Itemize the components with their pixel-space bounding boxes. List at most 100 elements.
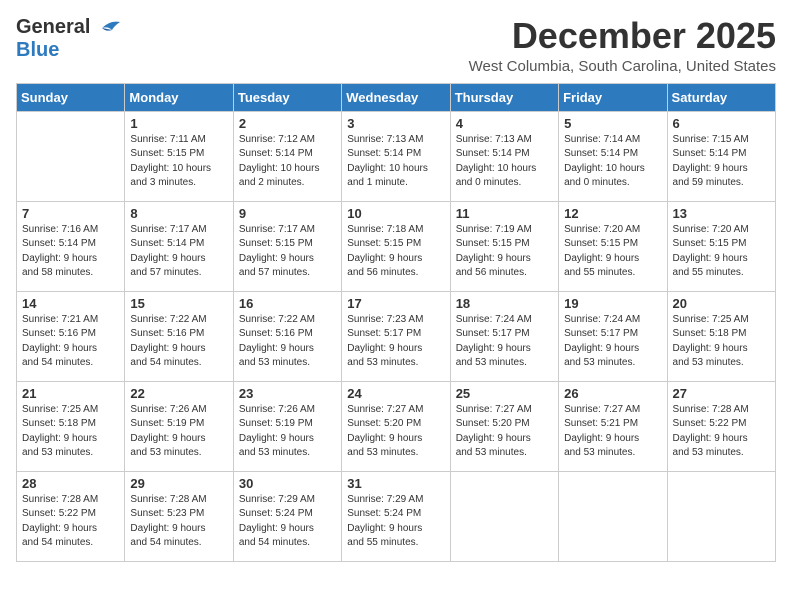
calendar-day-header: Wednesday xyxy=(342,83,450,111)
day-info: Sunrise: 7:22 AMSunset: 5:16 PMDaylight:… xyxy=(130,313,227,371)
calendar-day-header: Sunday xyxy=(17,83,125,111)
day-info: Sunrise: 7:24 AMSunset: 5:17 PMDaylight:… xyxy=(564,313,661,371)
day-number: 6 xyxy=(673,116,770,131)
calendar-day-cell: 29 Sunrise: 7:28 AMSunset: 5:23 PMDayligh… xyxy=(125,471,233,561)
day-info: Sunrise: 7:25 AMSunset: 5:18 PMDaylight:… xyxy=(22,403,119,461)
calendar-day-header: Friday xyxy=(559,83,667,111)
logo-general: General xyxy=(16,16,90,39)
day-number: 29 xyxy=(130,476,227,491)
day-info: Sunrise: 7:27 AMSunset: 5:20 PMDaylight:… xyxy=(347,403,444,461)
calendar-day-cell: 12 Sunrise: 7:20 AMSunset: 5:15 PMDayligh… xyxy=(559,201,667,291)
calendar-day-cell: 11Sunrise: 7:19 AMSunset: 5:15 PMDayligh… xyxy=(450,201,558,291)
calendar-day-cell: 3 Sunrise: 7:13 AMSunset: 5:14 PMDaylight… xyxy=(342,111,450,201)
day-number: 20 xyxy=(673,296,770,311)
day-info: Sunrise: 7:28 AMSunset: 5:22 PMDaylight:… xyxy=(673,403,770,461)
day-info: Sunrise: 7:17 AMSunset: 5:15 PMDaylight:… xyxy=(239,223,336,281)
day-number: 18 xyxy=(456,296,553,311)
day-info: Sunrise: 7:13 AMSunset: 5:14 PMDaylight:… xyxy=(347,133,444,191)
calendar-week-row: 28Sunrise: 7:28 AMSunset: 5:22 PMDayligh… xyxy=(17,471,776,561)
calendar-day-cell: 28Sunrise: 7:28 AMSunset: 5:22 PMDayligh… xyxy=(17,471,125,561)
calendar-day-cell: 6Sunrise: 7:15 AMSunset: 5:14 PMDaylight… xyxy=(667,111,775,201)
day-number: 1 xyxy=(130,116,227,131)
calendar-day-header: Monday xyxy=(125,83,233,111)
day-info: Sunrise: 7:26 AMSunset: 5:19 PMDaylight:… xyxy=(239,403,336,461)
calendar-day-cell: 18 Sunrise: 7:24 AMSunset: 5:17 PMDayligh… xyxy=(450,291,558,381)
calendar-day-cell xyxy=(450,471,558,561)
day-number: 15 xyxy=(130,296,227,311)
calendar-day-cell: 19 Sunrise: 7:24 AMSunset: 5:17 PMDayligh… xyxy=(559,291,667,381)
day-number: 19 xyxy=(564,296,661,311)
calendar-day-cell: 1 Sunrise: 7:11 AMSunset: 5:15 PMDaylight… xyxy=(125,111,233,201)
calendar-day-cell: 2Sunrise: 7:12 AMSunset: 5:14 PMDaylight… xyxy=(233,111,341,201)
calendar-day-cell: 9Sunrise: 7:17 AMSunset: 5:15 PMDaylight… xyxy=(233,201,341,291)
calendar-day-cell: 7 Sunrise: 7:16 AMSunset: 5:14 PMDaylight… xyxy=(17,201,125,291)
day-info: Sunrise: 7:29 AMSunset: 5:24 PMDaylight:… xyxy=(239,493,336,551)
calendar-day-cell: 15 Sunrise: 7:22 AMSunset: 5:16 PMDayligh… xyxy=(125,291,233,381)
day-info: Sunrise: 7:25 AMSunset: 5:18 PMDaylight:… xyxy=(673,313,770,371)
day-info: Sunrise: 7:13 AMSunset: 5:14 PMDaylight:… xyxy=(456,133,553,191)
day-number: 30 xyxy=(239,476,336,491)
logo: General Blue xyxy=(16,16,122,62)
title-block: December 2025 West Columbia, South Carol… xyxy=(469,16,776,75)
day-info: Sunrise: 7:28 AMSunset: 5:22 PMDaylight:… xyxy=(22,493,119,551)
page-header: General Blue December 2025 West Columbia… xyxy=(16,16,776,75)
calendar-day-cell: 20 Sunrise: 7:25 AMSunset: 5:18 PMDayligh… xyxy=(667,291,775,381)
day-info: Sunrise: 7:27 AMSunset: 5:21 PMDaylight:… xyxy=(564,403,661,461)
logo-blue: Blue xyxy=(16,39,59,61)
day-number: 17 xyxy=(347,296,444,311)
logo-bird-icon xyxy=(92,18,122,38)
day-number: 11 xyxy=(456,206,553,221)
day-number: 22 xyxy=(130,386,227,401)
day-number: 8 xyxy=(130,206,227,221)
day-info: Sunrise: 7:27 AMSunset: 5:20 PMDaylight:… xyxy=(456,403,553,461)
day-info: Sunrise: 7:17 AMSunset: 5:14 PMDaylight:… xyxy=(130,223,227,281)
day-number: 7 xyxy=(22,206,119,221)
calendar-day-cell: 21 Sunrise: 7:25 AMSunset: 5:18 PMDayligh… xyxy=(17,381,125,471)
day-info: Sunrise: 7:22 AMSunset: 5:16 PMDaylight:… xyxy=(239,313,336,371)
day-number: 3 xyxy=(347,116,444,131)
calendar-header-row: SundayMondayTuesdayWednesdayThursdayFrid… xyxy=(17,83,776,111)
day-info: Sunrise: 7:29 AMSunset: 5:24 PMDaylight:… xyxy=(347,493,444,551)
calendar-day-cell xyxy=(17,111,125,201)
calendar-day-header: Thursday xyxy=(450,83,558,111)
day-number: 27 xyxy=(673,386,770,401)
day-number: 16 xyxy=(239,296,336,311)
calendar-day-cell: 14 Sunrise: 7:21 AMSunset: 5:16 PMDayligh… xyxy=(17,291,125,381)
day-info: Sunrise: 7:21 AMSunset: 5:16 PMDaylight:… xyxy=(22,313,119,371)
day-number: 31 xyxy=(347,476,444,491)
calendar-day-cell: 30 Sunrise: 7:29 AMSunset: 5:24 PMDayligh… xyxy=(233,471,341,561)
day-info: Sunrise: 7:24 AMSunset: 5:17 PMDaylight:… xyxy=(456,313,553,371)
day-info: Sunrise: 7:28 AMSunset: 5:23 PMDaylight:… xyxy=(130,493,227,551)
day-number: 14 xyxy=(22,296,119,311)
calendar-week-row: 14 Sunrise: 7:21 AMSunset: 5:16 PMDayligh… xyxy=(17,291,776,381)
day-info: Sunrise: 7:11 AMSunset: 5:15 PMDaylight:… xyxy=(130,133,227,191)
calendar-day-cell: 22Sunrise: 7:26 AMSunset: 5:19 PMDayligh… xyxy=(125,381,233,471)
day-number: 25 xyxy=(456,386,553,401)
calendar-day-cell: 16 Sunrise: 7:22 AMSunset: 5:16 PMDayligh… xyxy=(233,291,341,381)
day-number: 5 xyxy=(564,116,661,131)
calendar-day-cell: 13 Sunrise: 7:20 AMSunset: 5:15 PMDayligh… xyxy=(667,201,775,291)
day-number: 10 xyxy=(347,206,444,221)
day-info: Sunrise: 7:18 AMSunset: 5:15 PMDaylight:… xyxy=(347,223,444,281)
day-info: Sunrise: 7:20 AMSunset: 5:15 PMDaylight:… xyxy=(673,223,770,281)
day-number: 4 xyxy=(456,116,553,131)
location: West Columbia, South Carolina, United St… xyxy=(469,58,776,75)
calendar-day-cell: 26 Sunrise: 7:27 AMSunset: 5:21 PMDayligh… xyxy=(559,381,667,471)
day-number: 12 xyxy=(564,206,661,221)
day-number: 13 xyxy=(673,206,770,221)
calendar-week-row: 21 Sunrise: 7:25 AMSunset: 5:18 PMDayligh… xyxy=(17,381,776,471)
day-number: 21 xyxy=(22,386,119,401)
day-info: Sunrise: 7:16 AMSunset: 5:14 PMDaylight:… xyxy=(22,223,119,281)
day-number: 23 xyxy=(239,386,336,401)
day-info: Sunrise: 7:23 AMSunset: 5:17 PMDaylight:… xyxy=(347,313,444,371)
calendar-day-cell: 10 Sunrise: 7:18 AMSunset: 5:15 PMDayligh… xyxy=(342,201,450,291)
calendar-day-cell: 23 Sunrise: 7:26 AMSunset: 5:19 PMDayligh… xyxy=(233,381,341,471)
calendar-table: SundayMondayTuesdayWednesdayThursdayFrid… xyxy=(16,83,776,562)
month-title: December 2025 xyxy=(469,16,776,56)
day-number: 24 xyxy=(347,386,444,401)
day-number: 26 xyxy=(564,386,661,401)
day-info: Sunrise: 7:20 AMSunset: 5:15 PMDaylight:… xyxy=(564,223,661,281)
day-number: 2 xyxy=(239,116,336,131)
calendar-day-cell xyxy=(559,471,667,561)
calendar-day-cell: 17 Sunrise: 7:23 AMSunset: 5:17 PMDayligh… xyxy=(342,291,450,381)
